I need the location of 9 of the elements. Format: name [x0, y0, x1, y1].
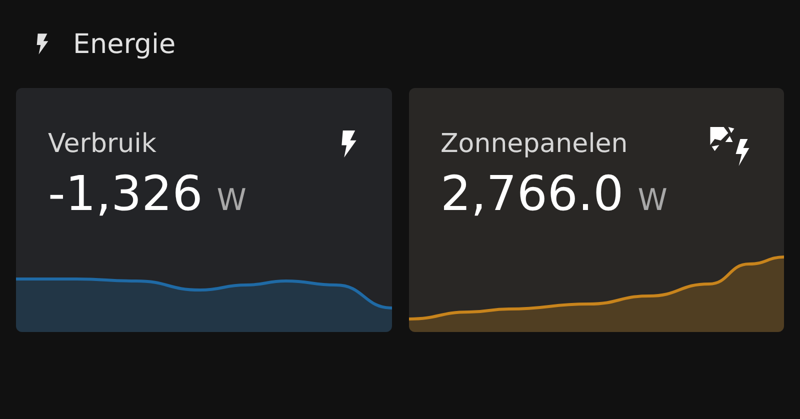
sensor-value: 2,766.0	[440, 166, 624, 222]
card-title: Zonnepanelen	[440, 128, 628, 161]
sensor-card[interactable]: Verbruik -1,326 W	[16, 88, 392, 332]
card-title: Verbruik	[48, 128, 156, 161]
sensor-card[interactable]: Zonnepanelen 2,766.0 W	[408, 88, 784, 332]
unit-label: W	[638, 183, 668, 218]
sensor-value: -1,326	[48, 166, 203, 222]
unit-label: W	[216, 183, 246, 218]
section-title: Energie	[73, 28, 176, 60]
